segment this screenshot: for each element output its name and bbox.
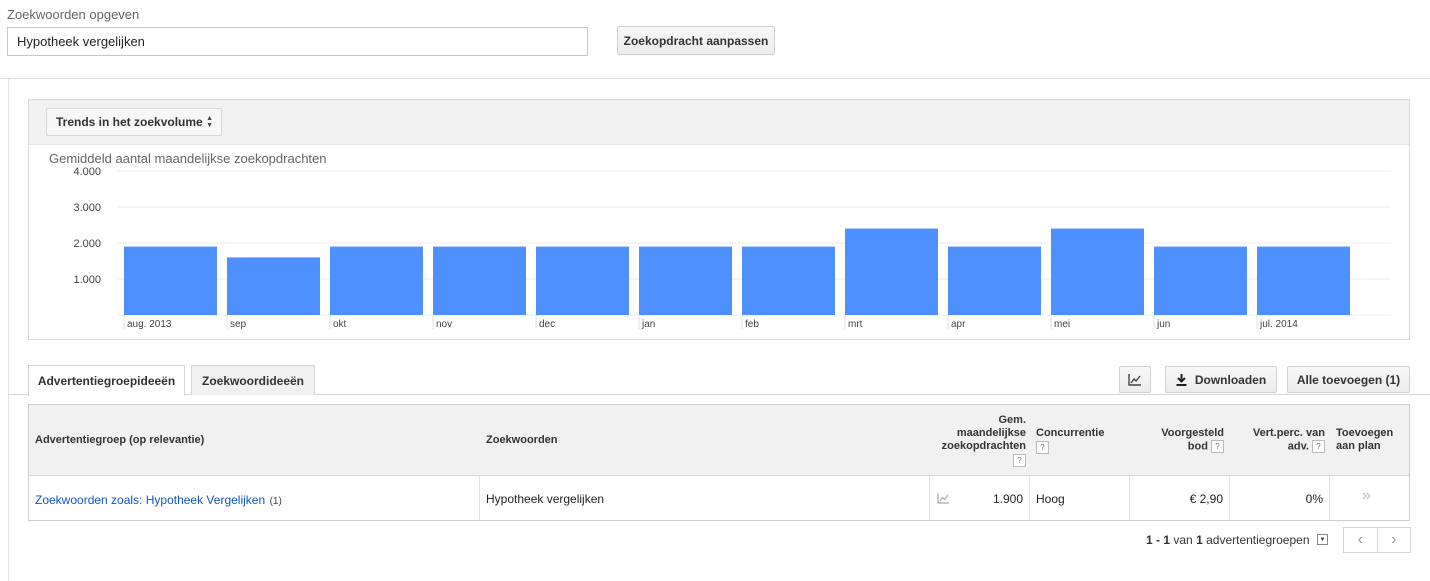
- keywords-label: Zoekwoorden opgeven: [7, 7, 140, 22]
- divider: [0, 78, 1430, 79]
- page-size-dropdown[interactable]: ▼: [1317, 534, 1328, 545]
- download-button[interactable]: Downloaden: [1165, 366, 1277, 393]
- next-page-button[interactable]: ›: [1378, 528, 1411, 552]
- bar: [124, 246, 217, 315]
- bar: [330, 246, 423, 315]
- bar: [433, 246, 526, 315]
- header-add-to-plan: Toevoegen aan plan: [1336, 427, 1393, 453]
- header-ad-share[interactable]: Vert.perc. van adv. ?: [1229, 427, 1325, 453]
- pagination-range: 1 - 1: [1146, 533, 1171, 547]
- search-volume-chart: 1.000 2.000 3.000 4.000 aug. 2013 sep okt nov de…: [73, 166, 1391, 330]
- pagination-info: 1 - 1 van 1 advertentiegroepen: [1146, 533, 1310, 547]
- add-to-plan-button[interactable]: »: [1362, 487, 1371, 505]
- bar: [227, 257, 320, 315]
- tab-keyword-ideas[interactable]: Zoekwoordideeën: [191, 365, 315, 395]
- help-icon[interactable]: ?: [1312, 440, 1325, 453]
- help-icon[interactable]: ?: [1036, 441, 1049, 454]
- header-competition[interactable]: Concurrentie ?: [1036, 427, 1104, 454]
- download-label: Downloaden: [1194, 372, 1267, 387]
- competition-cell: Hoog: [1036, 492, 1065, 506]
- x-tick-label: aug. 2013: [127, 319, 172, 330]
- y-tick-label: 4.000: [73, 166, 101, 178]
- suggested-bid-cell: € 2,90: [1189, 492, 1223, 506]
- y-tick-label: 1.000: [73, 274, 101, 286]
- header-keywords[interactable]: Zoekwoorden: [486, 434, 558, 447]
- trend-chart-icon[interactable]: [937, 493, 950, 504]
- modify-search-button[interactable]: Zoekopdracht aanpassen: [617, 26, 775, 55]
- x-tick-label: mei: [1054, 319, 1070, 330]
- line-chart-icon: [1128, 373, 1141, 386]
- header-searches-line2: maandelijkse: [956, 427, 1026, 439]
- bar: [948, 246, 1041, 315]
- x-tick-label: jul. 2014: [1259, 319, 1298, 330]
- x-tick-label: okt: [333, 319, 347, 330]
- column-separator: [1029, 476, 1030, 520]
- y-tick-label: 2.000: [73, 238, 101, 250]
- x-tick-label: jun: [1156, 319, 1170, 330]
- adgroup-link[interactable]: Zoekwoorden zoals: Hypotheek Vergelijken: [35, 493, 265, 507]
- header-share-line1: Vert.perc. van: [1252, 427, 1325, 439]
- bar: [1154, 246, 1247, 315]
- header-competition-label: Concurrentie: [1036, 427, 1105, 439]
- x-tick-label: jan: [641, 319, 655, 330]
- ad-share-cell: 0%: [1305, 492, 1323, 506]
- bar: [536, 246, 629, 315]
- x-tick-label: feb: [745, 319, 759, 330]
- x-tick-label: dec: [539, 319, 555, 330]
- x-tick-label: sep: [230, 319, 247, 330]
- header-add-line2: aan plan: [1336, 440, 1381, 452]
- left-border: [8, 79, 9, 581]
- adgroup-table: Advertentiegroep (op relevantie) Zoekwoo…: [28, 404, 1410, 521]
- bar: [639, 246, 732, 315]
- header-bid-line1: Voorgesteld: [1161, 427, 1224, 439]
- help-icon[interactable]: ?: [1211, 440, 1224, 453]
- header-monthly-searches[interactable]: Gem. maandelijkse zoekopdrachten ?: [909, 414, 1026, 467]
- tab-adgroup-ideas[interactable]: Advertentiegroepideeën: [28, 365, 185, 396]
- pagination-of: van: [1173, 533, 1193, 547]
- download-icon: [1176, 373, 1187, 386]
- x-tick-label: mrt: [848, 319, 863, 330]
- bar: [1051, 228, 1144, 315]
- table-row: Zoekwoorden zoals: Hypotheek Vergelijken…: [29, 476, 1409, 520]
- chart-panel: Trends in het zoekvolume ▲ ▼ Gemiddeld aa…: [28, 99, 1410, 340]
- column-separator: [1329, 476, 1330, 520]
- header-share-line2: adv.: [1287, 440, 1309, 453]
- show-chart-button[interactable]: [1119, 366, 1151, 393]
- y-tick-label: 3.000: [73, 202, 101, 214]
- adgroup-cell: Zoekwoorden zoals: Hypotheek Vergelijken…: [35, 491, 282, 509]
- header-adgroup[interactable]: Advertentiegroep (op relevantie): [35, 434, 204, 447]
- keywords-cell: Hypotheek vergelijken: [486, 492, 605, 506]
- bar: [845, 228, 938, 315]
- header-add-line1: Toevoegen: [1336, 427, 1394, 439]
- header-bid-line2: bod: [1187, 440, 1208, 453]
- header-searches-line1: Gem.: [998, 414, 1026, 426]
- bar: [1257, 246, 1350, 315]
- x-tick-label: apr: [951, 319, 966, 330]
- previous-page-button[interactable]: ‹: [1344, 528, 1378, 552]
- table-header: Advertentiegroep (op relevantie) Zoekwoo…: [29, 405, 1409, 476]
- monthly-searches-cell: 1.900: [992, 492, 1023, 506]
- x-tick-label: nov: [436, 319, 452, 330]
- pagination-unit: advertentiegroepen: [1206, 533, 1310, 547]
- adgroup-keyword-count: (1): [269, 496, 282, 507]
- header-searches-line3: zoekopdrachten: [941, 440, 1026, 452]
- header-suggested-bid[interactable]: Voorgesteld bod ?: [1129, 427, 1224, 453]
- bar: [742, 246, 835, 315]
- add-all-button[interactable]: Alle toevoegen (1): [1287, 366, 1410, 393]
- pagination-buttons: ‹ ›: [1343, 527, 1411, 553]
- column-separator: [929, 476, 930, 520]
- pagination-total: 1: [1196, 533, 1203, 547]
- column-separator: [479, 476, 480, 520]
- keywords-input[interactable]: [7, 27, 588, 56]
- help-icon[interactable]: ?: [1013, 454, 1026, 467]
